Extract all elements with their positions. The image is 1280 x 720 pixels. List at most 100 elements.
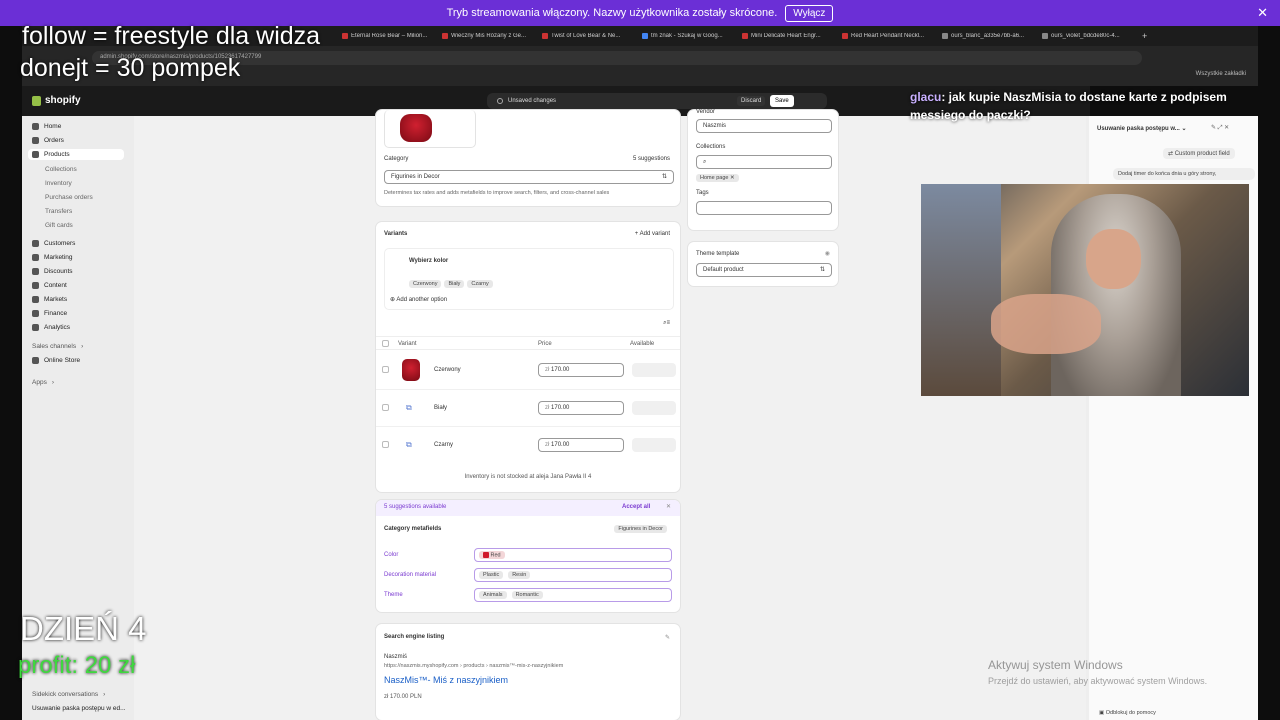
webcam-feed <box>921 184 1249 396</box>
table-row[interactable]: ⧉ Czarny zł 170.00 <box>376 426 680 462</box>
table-row[interactable]: Czerwony zł 170.00 <box>376 352 680 388</box>
sidebar-item-discounts[interactable]: Discounts <box>32 268 73 275</box>
category-help: Determines tax rates and adds metafields… <box>384 190 610 196</box>
edit-icon[interactable]: ✎ <box>665 634 670 641</box>
available-input[interactable] <box>632 363 676 377</box>
sidebar-item-orders[interactable]: Orders <box>32 137 64 144</box>
theme-template-select[interactable]: Default product ⇅ <box>696 263 832 277</box>
accept-all-button[interactable]: Accept all <box>622 504 650 510</box>
category-card: Category 5 suggestions Figurines in Deco… <box>376 110 680 206</box>
option-name[interactable]: Wybierz kolor <box>409 258 448 264</box>
window-background <box>921 184 1001 396</box>
sidekick-title: Usuwanie paska postępu w... ⌄ <box>1097 126 1187 132</box>
browser-tab[interactable]: Mini Delicate Heart Engr... <box>742 33 834 39</box>
available-input[interactable] <box>632 438 676 452</box>
sales-channels-heading[interactable]: Sales channels › <box>32 343 83 350</box>
sidebar-item-analytics[interactable]: Analytics <box>32 324 70 331</box>
streaming-banner-text: Tryb streamowania włączony. Nazwy użytko… <box>446 7 778 19</box>
sidebar-item-purchase-orders[interactable]: Purchase orders <box>45 194 93 201</box>
person-icon <box>32 240 39 247</box>
sidebar-item-content[interactable]: Content <box>32 282 67 289</box>
category-suggestions[interactable]: 5 suggestions <box>633 156 670 162</box>
close-icon[interactable]: ✕ <box>1257 5 1268 21</box>
theme-label: Theme <box>384 592 403 598</box>
theme-template-label: Theme template <box>696 251 740 257</box>
vendor-label: Vendor <box>696 109 716 115</box>
browser-tab[interactable]: Eternal Rose Bear – Milion... <box>342 33 434 39</box>
variant-image <box>402 359 420 381</box>
sidebar-item-transfers[interactable]: Transfers <box>45 208 72 215</box>
address-bar[interactable]: admin.shopify.com/store/naszmis/products… <box>92 51 1142 65</box>
browser-tab[interactable]: tm znak - Szukaj w Goog... <box>642 33 734 39</box>
browser-tab[interactable]: Twist of Love Bear & Ne... <box>542 33 634 39</box>
help-button[interactable]: ▣ Odblokuj do pomocy <box>1099 710 1156 716</box>
search-icon: ⌕ <box>703 159 707 165</box>
price-input[interactable]: zł 170.00 <box>538 363 624 377</box>
tags-field[interactable] <box>696 201 832 215</box>
metafields-card: 5 suggestions available Accept all ✕ Cat… <box>376 500 680 612</box>
row-checkbox[interactable] <box>382 366 389 373</box>
overlay-follow-text: follow = freestyle dla widza <box>22 22 321 50</box>
all-bookmarks[interactable]: Wszystkie zakładki <box>1196 71 1246 77</box>
apps-heading[interactable]: Apps › <box>32 379 54 386</box>
disable-streaming-button[interactable]: Wyłącz <box>785 4 834 22</box>
globe-icon <box>32 296 39 303</box>
browser-tab[interactable]: Wieczny Miś Różany z Ge... <box>442 33 534 39</box>
select-all-checkbox[interactable] <box>382 340 389 347</box>
user-message: Dodaj timer do końca dnia u góry strony, <box>1113 168 1255 180</box>
theme-field[interactable]: Animals Romantic <box>474 588 672 602</box>
collections-label: Collections <box>696 144 726 150</box>
sidebar-item-customers[interactable]: Customers <box>32 240 75 247</box>
vendor-field[interactable]: Naszmis <box>696 119 832 133</box>
shopify-logo[interactable]: shopify <box>32 95 81 106</box>
discount-icon <box>32 268 39 275</box>
add-option-button[interactable]: ⊕ Add another option <box>390 296 447 303</box>
sidekick-conversations-heading[interactable]: Sidekick conversations › <box>32 691 105 698</box>
color-field[interactable]: Red <box>474 548 672 562</box>
variants-card: Variants + Add variant Wybierz kolor Cze… <box>376 222 680 492</box>
option-values: Czerwony Biały Czarny <box>409 272 496 290</box>
search-filter-icon[interactable]: ⌕≡ <box>663 320 670 327</box>
chevron-updown-icon: ⇅ <box>661 174 667 180</box>
orders-icon <box>32 137 39 144</box>
sidebar-item-online-store[interactable]: Online Store <box>32 357 80 364</box>
chat-message: glacu: jak kupie NaszMisia to dostane ka… <box>910 88 1280 124</box>
add-variant-button[interactable]: + Add variant <box>635 231 670 237</box>
row-checkbox[interactable] <box>382 441 389 448</box>
sidebar-item-inventory[interactable]: Inventory <box>45 180 72 187</box>
panel-window-icons[interactable]: ✎ ⤢ ✕ <box>1211 124 1229 132</box>
red-swatch <box>483 551 489 558</box>
browser-tab[interactable]: Red Heart Pendant Neckl... <box>842 33 934 39</box>
browser-tab[interactable]: ours_violet_bdcde80c-4... <box>1042 33 1134 39</box>
close-icon[interactable]: ✕ <box>666 503 671 510</box>
eye-icon[interactable]: ◉ <box>825 250 830 257</box>
sidebar-item-marketing[interactable]: Marketing <box>32 254 73 261</box>
discard-button[interactable]: Discard <box>737 96 766 106</box>
image-placeholder-icon[interactable]: ⧉ <box>406 403 412 413</box>
available-input[interactable] <box>632 401 676 415</box>
category-field[interactable]: Figurines in Decor ⇅ <box>384 170 674 184</box>
chat-text: : jak kupie NaszMisia to dostane karte z… <box>910 90 1227 122</box>
decoration-field[interactable]: Plastic Resin <box>474 568 672 582</box>
image-placeholder-icon[interactable]: ⧉ <box>406 440 412 450</box>
seo-store: Naszmiś <box>384 654 408 660</box>
price-input[interactable]: zł 170.00 <box>538 401 624 415</box>
sidekick-conversation-item[interactable]: Usuwanie paska postępu w ed... <box>32 705 126 712</box>
sidebar-item-collections[interactable]: Collections <box>45 166 77 173</box>
category-label: Category <box>384 156 409 162</box>
sidebar-item-gift-cards[interactable]: Gift cards <box>45 222 73 229</box>
new-tab-icon[interactable]: + <box>1142 31 1147 41</box>
price-input[interactable]: zł 170.00 <box>538 438 624 452</box>
sidebar-item-home[interactable]: Home <box>32 123 61 130</box>
browser-tab[interactable]: ours_blanc_a335e7bb-a6... <box>942 33 1034 39</box>
chart-icon <box>32 324 39 331</box>
sidebar-item-products[interactable]: Products <box>28 149 124 160</box>
seo-page-title[interactable]: NaszMis™- Miś z naszyjnikiem <box>384 675 508 685</box>
sidebar-item-finance[interactable]: Finance <box>32 310 67 317</box>
table-row[interactable]: ⧉ Biały zł 170.00 <box>376 389 680 425</box>
save-button[interactable]: Save <box>770 95 794 107</box>
collection-tag[interactable]: Home page ✕ <box>696 174 739 182</box>
sidebar-item-markets[interactable]: Markets <box>32 296 67 303</box>
collections-search[interactable]: ⌕ <box>696 155 832 169</box>
row-checkbox[interactable] <box>382 404 389 411</box>
